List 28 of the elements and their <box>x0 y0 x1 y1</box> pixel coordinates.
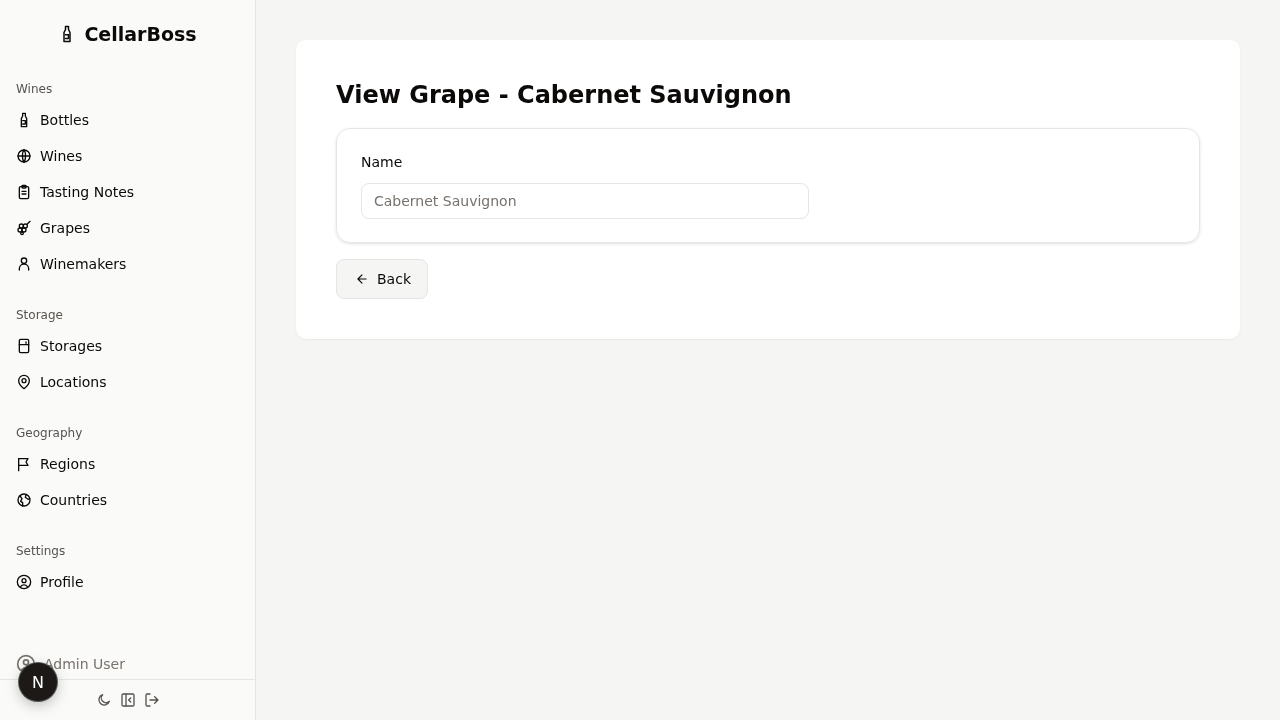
grapes-icon <box>16 220 32 236</box>
flag-icon <box>16 456 32 472</box>
nav-item[interactable]: Countries <box>8 482 247 518</box>
nav-item[interactable]: Winemakers <box>8 246 247 282</box>
nav-item[interactable]: Grapes <box>8 210 247 246</box>
arrow-left-icon <box>355 272 369 286</box>
nav-item[interactable]: Regions <box>8 446 247 482</box>
clipboard-icon <box>16 184 32 200</box>
map-pin-icon <box>16 374 32 390</box>
cabinet-icon <box>16 338 32 354</box>
nav-item[interactable]: Locations <box>8 364 247 400</box>
section-heading: Storage <box>15 307 64 324</box>
section-heading: Wines <box>15 81 54 98</box>
person-icon <box>16 256 32 272</box>
nav-item[interactable]: Profile <box>8 564 247 600</box>
field-label: Name <box>361 153 404 171</box>
nav-item[interactable]: Tasting Notes <box>8 174 247 210</box>
section-heading: Settings <box>15 543 67 560</box>
nav-item[interactable]: Bottles <box>8 102 247 138</box>
back-button[interactable]: Back <box>336 259 428 299</box>
nav-item[interactable]: Wines <box>8 138 247 174</box>
section-heading: Geography <box>15 425 84 442</box>
user-circle-icon <box>16 574 32 590</box>
nav-item[interactable]: Storages <box>8 328 247 364</box>
globe-icon <box>16 148 32 164</box>
app-name: CellarBoss <box>84 23 197 45</box>
globe-icon <box>16 492 32 508</box>
page-title: View Grape - Cabernet Sauvignon <box>336 80 793 110</box>
